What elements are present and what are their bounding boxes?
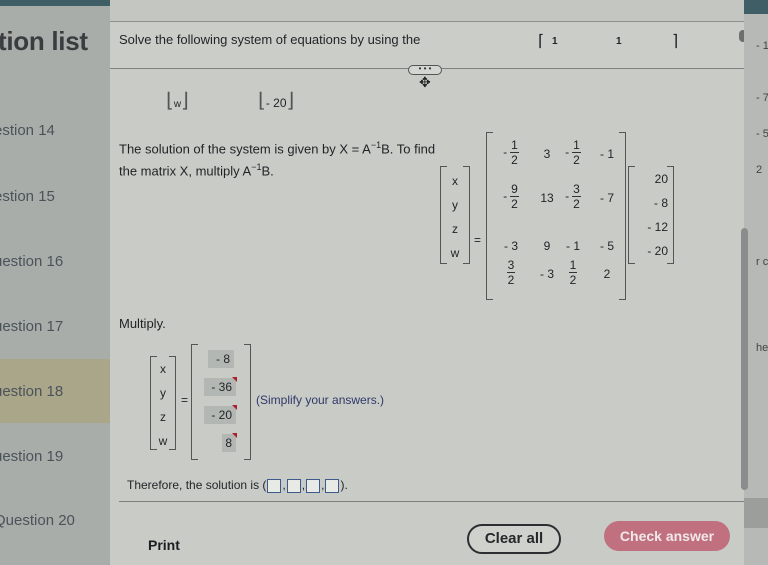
simplify-note: (Simplify your answers.): [256, 393, 385, 407]
variable-z: z: [160, 410, 166, 424]
b-value: - 12: [647, 220, 668, 234]
clear-all-button[interactable]: Clear all: [467, 524, 561, 554]
scrollbar[interactable]: [741, 228, 748, 490]
inverse-matrix-cell: 2: [603, 267, 611, 281]
move-icon[interactable]: ✥: [419, 74, 431, 91]
incorrect-flag-icon: [232, 433, 237, 438]
incorrect-flag-icon: [232, 377, 237, 382]
variable-z: z: [452, 222, 458, 236]
inverse-matrix-cell: -12: [565, 138, 581, 167]
solution-blank-w[interactable]: [325, 478, 340, 493]
system-row-constant: ⌊- 20⌋: [258, 90, 295, 112]
sidebar-item-question-18[interactable]: uestion 18: [0, 359, 110, 423]
edge-text: he: [756, 342, 768, 354]
left-bracket: ⌈: [538, 33, 545, 50]
inverse-matrix-cell: - 1: [599, 147, 614, 161]
edge-text: - 1: [756, 40, 768, 52]
sidebar-top-bar: [0, 0, 110, 6]
inverse-matrix-cell: 32: [506, 258, 516, 287]
b-value: - 8: [653, 196, 668, 210]
variable-vector: x y z w: [440, 166, 470, 264]
sidebar-item-label: uestion 18: [0, 382, 64, 400]
edge-text: - 5: [756, 128, 768, 140]
edge-header: [744, 0, 768, 14]
inverse-matrix-cell: - 3: [503, 239, 518, 253]
question-prompt: Solve the following system of equations …: [119, 32, 421, 47]
question-header: Solve the following system of equations …: [110, 23, 744, 69]
solution-blank-z[interactable]: [306, 478, 321, 493]
inverse-matrix-cell: 12: [568, 258, 578, 287]
sidebar-title: tion list: [0, 26, 88, 56]
footer-divider: [119, 501, 744, 502]
question-list-sidebar: tion list estion 14 estion 15 uestion 16…: [0, 0, 110, 565]
sidebar-item-question-17[interactable]: uestion 17: [0, 294, 110, 358]
sidebar-item-label: estion 14: [0, 121, 55, 139]
variable-w: w: [450, 246, 460, 260]
sidebar-item-question-14[interactable]: estion 14: [0, 98, 110, 162]
multiply-label: Multiply.: [119, 316, 166, 331]
answer-input-z[interactable]: - 20: [204, 405, 237, 424]
edge-text: 2: [756, 164, 763, 176]
b-value: 20: [654, 172, 668, 186]
inverse-matrix-cell: -92: [503, 182, 519, 211]
solution-blank-x[interactable]: [267, 478, 282, 493]
adjacent-window-edge: - 1 - 7 - 5 2 r c he: [741, 0, 768, 565]
inverse-matrix-cell: - 5: [599, 239, 614, 253]
inverse-matrix: -123-12- 1-9 2 13-3 2- 7- 39- 1- 532- 3122: [486, 132, 626, 300]
variable-x: x: [452, 174, 458, 188]
check-answer-button[interactable]: Check answer: [604, 521, 730, 551]
answer-input-w[interactable]: 8: [222, 433, 237, 452]
matrix-value: 1: [552, 36, 558, 47]
system-row-variable: ⌊w⌋: [166, 90, 189, 112]
answer-input-x[interactable]: - 8: [208, 350, 234, 368]
incorrect-flag-icon: [232, 405, 237, 410]
equals-sign: =: [474, 233, 482, 247]
variable-w: w: [158, 434, 168, 448]
b-value: - 20: [647, 244, 668, 258]
inverse-matrix-cell: - 1: [565, 239, 580, 253]
question-panel: Solve the following system of equations …: [110, 0, 747, 565]
solution-blank-y[interactable]: [286, 478, 301, 493]
print-button[interactable]: Print: [148, 537, 180, 553]
sidebar-item-label: estion 15: [0, 187, 55, 205]
result-variable-vector: x y z w: [150, 356, 176, 450]
top-strip: [110, 0, 744, 22]
variable-x: x: [160, 362, 166, 376]
constant-vector: 20 - 8 - 12 - 20: [628, 166, 674, 264]
edge-text: - 7: [756, 92, 768, 104]
sidebar-item-question-16[interactable]: uestion 16: [0, 229, 110, 293]
inverse-matrix-cell: - 7: [599, 191, 614, 205]
sidebar-item-label: uestion 17: [0, 317, 64, 335]
inverse-matrix-cell: -12: [503, 138, 519, 167]
answer-vector: - 8 - 36 - 20 8: [191, 344, 251, 460]
solution-explanation: The solution of the system is given by X…: [119, 140, 436, 179]
inverse-matrix-cell: -32: [565, 182, 581, 211]
sidebar-item-label: uestion 16: [0, 252, 64, 270]
right-bracket: ⌉: [672, 33, 679, 50]
sidebar-item-question-20[interactable]: Question 20: [0, 488, 110, 552]
variable-y: y: [452, 198, 458, 212]
matrix-value: 1: [616, 36, 622, 47]
sidebar-item-label: Question 20: [0, 511, 75, 529]
answer-input-y[interactable]: - 36: [204, 377, 237, 396]
variable-y: y: [160, 386, 166, 400]
solution-statement: Therefore, the solution is (,,,).: [127, 478, 348, 493]
equals-sign: =: [181, 393, 189, 407]
sidebar-item-label: uestion 19: [0, 447, 64, 465]
sidebar-item-question-19[interactable]: uestion 19: [0, 424, 110, 488]
edge-text: r c: [756, 256, 768, 268]
edge-footer: [744, 498, 768, 528]
sidebar-item-question-15[interactable]: estion 15: [0, 164, 110, 228]
